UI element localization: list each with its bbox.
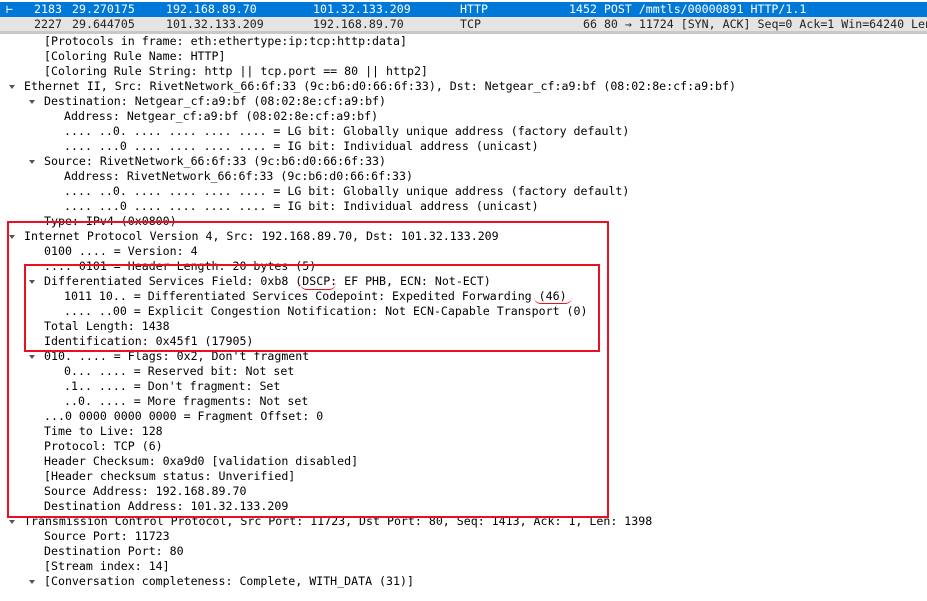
- tree-field[interactable]: 0100 .... = Version: 4: [0, 244, 927, 259]
- packet-protocol: HTTP: [460, 2, 488, 16]
- tree-row-text: [Header checksum status: Unverified]: [44, 469, 296, 483]
- tree-field[interactable]: 1011 10.. = Differentiated Services Code…: [0, 289, 927, 304]
- tree-node[interactable]: Internet Protocol Version 4, Src: 192.16…: [0, 229, 927, 244]
- tree-row-text: .... ..00 = Explicit Congestion Notifica…: [64, 304, 588, 318]
- tree-row-text: [Coloring Rule String: http || tcp.port …: [44, 64, 428, 78]
- packet-details-tree[interactable]: [Protocols in frame: eth:ethertype:ip:tc…: [0, 34, 927, 601]
- tree-row-text: ..0. .... = More fragments: Not set: [64, 394, 309, 408]
- tree-node[interactable]: Destination: Netgear_cf:a9:bf (08:02:8e:…: [0, 94, 927, 109]
- tree-field[interactable]: Total Length: 1438: [0, 319, 927, 334]
- tree-row-text: Internet Protocol Version 4, Src: 192.16…: [24, 229, 499, 243]
- packet-destination: 101.32.133.209: [313, 2, 411, 16]
- expand-arrow-down-icon[interactable]: [29, 160, 35, 164]
- tree-row-text: [Stream index: 14]: [44, 559, 170, 573]
- tree-field[interactable]: Destination Address: 101.32.133.209: [0, 499, 927, 514]
- tree-field[interactable]: .... 0101 = Header Length: 20 bytes (5): [0, 259, 927, 274]
- expand-arrow-down-icon[interactable]: [29, 580, 35, 584]
- tree-field[interactable]: 0... .... = Reserved bit: Not set: [0, 364, 927, 379]
- tree-row-text: Identification: 0x45f1 (17905): [44, 334, 254, 348]
- tree-row-text: Source Port: 11723: [44, 529, 170, 543]
- tree-row-text: Protocol: TCP (6): [44, 439, 163, 453]
- tree-field[interactable]: ...0 0000 0000 0000 = Fragment Offset: 0: [0, 409, 927, 424]
- tree-row-text: Source: RivetNetwork_66:6f:33 (9c:b6:d0:…: [44, 154, 387, 168]
- tree-row-text: ...0 0000 0000 0000 = Fragment Offset: 0: [44, 409, 324, 423]
- tree-row-text: Differentiated Services Field: 0xb8 (DSC…: [44, 274, 491, 288]
- packet-time: 29.270175: [72, 2, 135, 16]
- tree-row-text: Address: RivetNetwork_66:6f:33 (9c:b6:d0…: [64, 169, 414, 183]
- expand-arrow-down-icon[interactable]: [9, 520, 15, 524]
- packet-time: 29.644705: [72, 17, 135, 31]
- packet-destination: 192.168.89.70: [313, 17, 404, 31]
- packet-no: 2227: [34, 17, 62, 31]
- packet-info: 66 80 → 11724 [SYN, ACK] Seq=0 Ack=1 Win…: [583, 17, 927, 31]
- selected-packet-marker: ⊢: [6, 2, 13, 16]
- tree-row-text: Destination Address: 101.32.133.209: [44, 499, 289, 513]
- tree-node[interactable]: Transmission Control Protocol, Src Port:…: [0, 514, 927, 529]
- tree-field[interactable]: [Stream index: 14]: [0, 559, 927, 574]
- tree-node[interactable]: Ethernet II, Src: RivetNetwork_66:6f:33 …: [0, 79, 927, 94]
- tree-node[interactable]: [Conversation completeness: Complete, WI…: [0, 574, 927, 589]
- tree-field[interactable]: Time to Live: 128: [0, 424, 927, 439]
- expand-arrow-down-icon[interactable]: [9, 235, 15, 239]
- tree-row-text: Header Checksum: 0xa9d0 [validation disa…: [44, 454, 359, 468]
- tree-field[interactable]: .... ..00 = Explicit Congestion Notifica…: [0, 304, 927, 319]
- tree-field[interactable]: Address: Netgear_cf:a9:bf (08:02:8e:cf:a…: [0, 109, 927, 124]
- tree-node[interactable]: 010. .... = Flags: 0x2, Don't fragment: [0, 349, 927, 364]
- tree-field[interactable]: Protocol: TCP (6): [0, 439, 927, 454]
- tree-field[interactable]: .... ..0. .... .... .... .... = LG bit: …: [0, 124, 927, 139]
- expand-arrow-down-icon[interactable]: [29, 100, 35, 104]
- packet-list[interactable]: ⊢ 2183 29.270175 192.168.89.70 101.32.13…: [0, 0, 927, 34]
- tree-row-text: Transmission Control Protocol, Src Port:…: [24, 514, 653, 528]
- tree-field[interactable]: .... ...0 .... .... .... .... = IG bit: …: [0, 199, 927, 214]
- tree-field[interactable]: ..0. .... = More fragments: Not set: [0, 394, 927, 409]
- tree-row-text: 010. .... = Flags: 0x2, Don't fragment: [44, 349, 310, 363]
- packet-row-selected[interactable]: ⊢ 2183 29.270175 192.168.89.70 101.32.13…: [0, 2, 927, 17]
- tree-row-text: .... 0101 = Header Length: 20 bytes (5): [44, 259, 317, 273]
- tree-row-text: Source Address: 192.168.89.70: [44, 484, 247, 498]
- tree-field[interactable]: [Coloring Rule Name: HTTP]: [0, 49, 927, 64]
- tree-field[interactable]: Destination Port: 80: [0, 544, 927, 559]
- tree-row-text: 0100 .... = Version: 4: [44, 244, 198, 258]
- tree-field[interactable]: .... ...0 .... .... .... .... = IG bit: …: [0, 139, 927, 154]
- tree-row-text: Total Length: 1438: [44, 319, 170, 333]
- tree-row-text: [Conversation completeness: Complete, WI…: [44, 574, 414, 588]
- tree-row-text: Time to Live: 128: [44, 424, 163, 438]
- tree-row-text: .1.. .... = Don't fragment: Set: [64, 379, 281, 393]
- tree-field[interactable]: Header Checksum: 0xa9d0 [validation disa…: [0, 454, 927, 469]
- tree-field[interactable]: Source Address: 192.168.89.70: [0, 484, 927, 499]
- packet-source: 192.168.89.70: [166, 2, 257, 16]
- tree-field[interactable]: [Protocols in frame: eth:ethertype:ip:tc…: [0, 34, 927, 49]
- tree-row-text: .... ..0. .... .... .... .... = LG bit: …: [64, 184, 630, 198]
- tree-field[interactable]: .1.. .... = Don't fragment: Set: [0, 379, 927, 394]
- tree-row-text: [Protocols in frame: eth:ethertype:ip:tc…: [44, 34, 407, 48]
- tree-row-text: Type: IPv4 (0x0800): [44, 214, 177, 228]
- tree-field[interactable]: [Header checksum status: Unverified]: [0, 469, 927, 484]
- packet-info: 1452 POST /mmtls/00000891 HTTP/1.1: [569, 2, 807, 16]
- packet-protocol: TCP: [460, 17, 481, 31]
- packet-row[interactable]: 2227 29.644705 101.32.133.209 192.168.89…: [0, 17, 927, 32]
- tree-row-text: .... ..0. .... .... .... .... = LG bit: …: [64, 124, 630, 138]
- tree-row-text: .... ...0 .... .... .... .... = IG bit: …: [64, 199, 539, 213]
- expand-arrow-down-icon[interactable]: [9, 85, 15, 89]
- tree-row-text: .... ...0 .... .... .... .... = IG bit: …: [64, 139, 539, 153]
- tree-row-text: [Coloring Rule Name: HTTP]: [44, 49, 226, 63]
- tree-row-text: Destination: Netgear_cf:a9:bf (08:02:8e:…: [44, 94, 387, 108]
- tree-field[interactable]: Address: RivetNetwork_66:6f:33 (9c:b6:d0…: [0, 169, 927, 184]
- packet-no: 2183: [34, 2, 62, 16]
- tree-field[interactable]: Source Port: 11723: [0, 529, 927, 544]
- expand-arrow-down-icon[interactable]: [29, 355, 35, 359]
- tree-row-text: Destination Port: 80: [44, 544, 184, 558]
- tree-field[interactable]: Identification: 0x45f1 (17905): [0, 334, 927, 349]
- packet-source: 101.32.133.209: [166, 17, 264, 31]
- tree-field[interactable]: .... ..0. .... .... .... .... = LG bit: …: [0, 184, 927, 199]
- tree-row-text: Address: Netgear_cf:a9:bf (08:02:8e:cf:a…: [64, 109, 379, 123]
- tree-row-text: 1011 10.. = Differentiated Services Code…: [64, 289, 567, 303]
- tree-row-text: Ethernet II, Src: RivetNetwork_66:6f:33 …: [24, 79, 736, 93]
- tree-field[interactable]: Type: IPv4 (0x0800): [0, 214, 927, 229]
- tree-node[interactable]: Source: RivetNetwork_66:6f:33 (9c:b6:d0:…: [0, 154, 927, 169]
- expand-arrow-down-icon[interactable]: [29, 280, 35, 284]
- tree-row-text: 0... .... = Reserved bit: Not set: [64, 364, 295, 378]
- tree-node[interactable]: Differentiated Services Field: 0xb8 (DSC…: [0, 274, 927, 289]
- tree-field[interactable]: [Coloring Rule String: http || tcp.port …: [0, 64, 927, 79]
